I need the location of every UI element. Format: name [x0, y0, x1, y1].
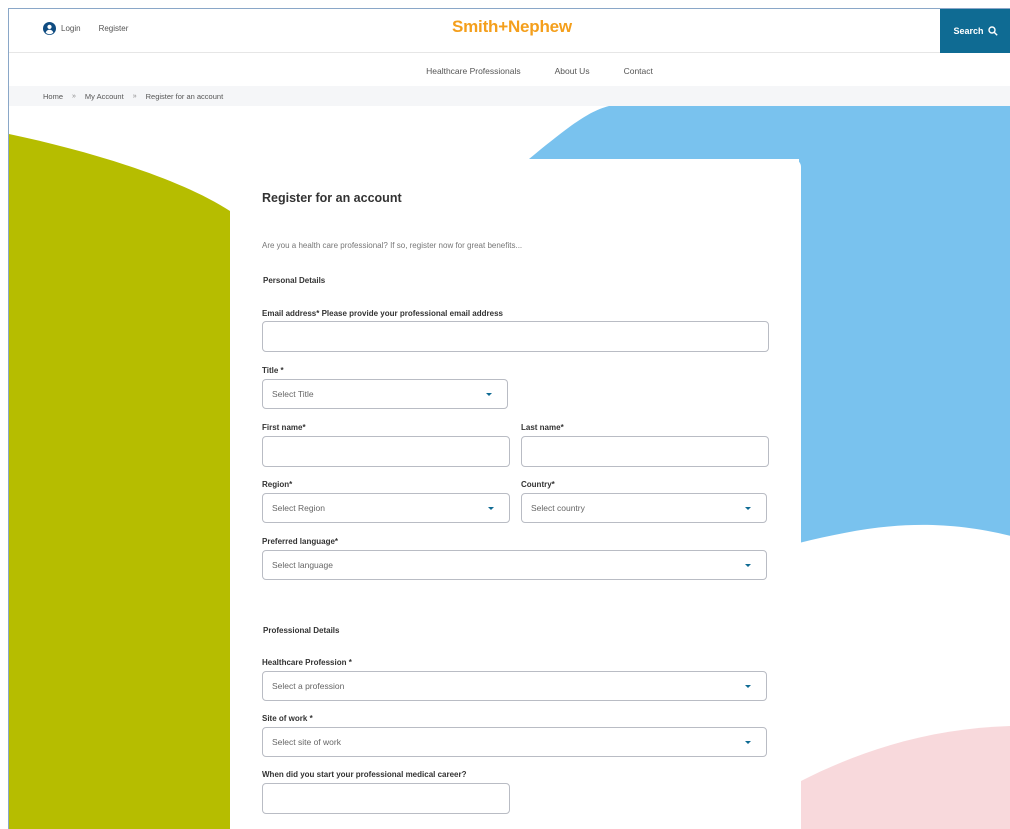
chevron-down-icon	[488, 507, 494, 510]
site-of-work-label: Site of work *	[262, 714, 313, 723]
career-start-label: When did you start your professional med…	[262, 770, 467, 779]
professional-details-heading: Professional Details	[263, 626, 340, 635]
breadcrumb-home[interactable]: Home	[43, 92, 63, 101]
top-bar: Login Register Smith+Nephew Search	[9, 9, 1010, 53]
language-label: Preferred language*	[262, 537, 339, 546]
search-icon	[987, 26, 998, 36]
email-label: Email address* Please provide your profe…	[262, 309, 503, 318]
first-name-field[interactable]	[262, 436, 510, 467]
login-link[interactable]: Login	[61, 24, 81, 33]
first-name-label: First name*	[262, 423, 306, 432]
intro-text: Are you a health care professional? If s…	[262, 241, 523, 250]
search-button-label: Search	[953, 26, 984, 36]
smith-nephew-logo[interactable]: Smith+Nephew	[452, 17, 572, 37]
profession-label: Healthcare Profession *	[262, 658, 352, 667]
logo-mark: +	[498, 17, 508, 36]
region-label: Region*	[262, 480, 293, 489]
country-select-value: Select country	[531, 503, 585, 513]
language-select[interactable]: Select language	[262, 550, 767, 580]
site-of-work-select-value: Select site of work	[272, 737, 341, 747]
user-account-icon[interactable]	[43, 22, 56, 35]
pink-wave-shape	[799, 726, 1010, 829]
site-of-work-select[interactable]: Select site of work	[262, 727, 767, 757]
green-wave-shape	[9, 134, 230, 829]
account-links: Login Register	[43, 22, 146, 35]
breadcrumb-separator: »	[132, 92, 137, 100]
registration-form-card: Register for an account Are you a health…	[238, 159, 801, 829]
logo-text-smith: Smith	[452, 17, 499, 36]
breadcrumb-current: Register for an account	[145, 91, 224, 101]
language-select-value: Select language	[272, 560, 333, 570]
email-field[interactable]	[262, 321, 769, 352]
page-title: Register for an account	[262, 191, 402, 205]
nav-healthcare-professionals[interactable]: Healthcare Professionals	[426, 66, 521, 76]
breadcrumb-separator: »	[72, 92, 76, 100]
title-select[interactable]: Select Title	[262, 379, 508, 409]
career-start-field[interactable]	[262, 783, 510, 814]
chevron-down-icon	[745, 564, 751, 567]
country-label: Country*	[521, 480, 555, 489]
last-name-label: Last name*	[521, 423, 564, 432]
chevron-down-icon	[745, 685, 751, 688]
country-select[interactable]: Select country	[521, 493, 767, 523]
title-select-value: Select Title	[272, 389, 314, 399]
browser-page: Login Register Smith+Nephew Search Healt…	[8, 8, 1010, 829]
region-select-value: Select Region	[272, 503, 325, 513]
nav-contact[interactable]: Contact	[624, 66, 653, 76]
logo-text-nephew: Nephew	[507, 17, 572, 36]
chevron-down-icon	[486, 393, 492, 396]
personal-details-heading: Personal Details	[263, 276, 326, 285]
main-navigation: Healthcare Professionals About Us Contac…	[9, 54, 1010, 87]
search-button[interactable]: Search	[940, 9, 1010, 53]
nav-about-us[interactable]: About Us	[555, 66, 590, 76]
chevron-down-icon	[745, 741, 751, 744]
profession-select[interactable]: Select a profession	[262, 671, 767, 701]
title-label: Title *	[262, 366, 284, 375]
register-link[interactable]: Register	[99, 24, 129, 33]
breadcrumb: Home » My Account » Register for an acco…	[9, 86, 1010, 106]
chevron-down-icon	[745, 507, 751, 510]
profession-select-value: Select a profession	[272, 681, 345, 691]
region-select[interactable]: Select Region	[262, 493, 510, 523]
breadcrumb-my-account[interactable]: My Account	[85, 92, 124, 101]
last-name-field[interactable]	[521, 436, 769, 467]
